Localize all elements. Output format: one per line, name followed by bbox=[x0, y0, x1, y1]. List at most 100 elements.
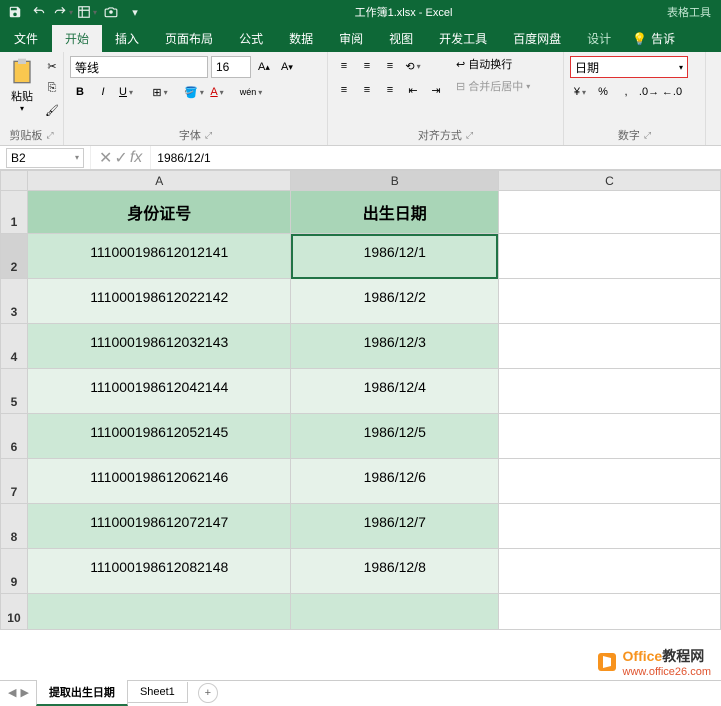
paste-button[interactable]: 粘贴 ▾ bbox=[6, 56, 38, 113]
cell[interactable] bbox=[27, 594, 291, 630]
italic-button[interactable]: I bbox=[93, 82, 113, 102]
row-header[interactable]: 6 bbox=[1, 414, 28, 459]
cell[interactable] bbox=[498, 504, 720, 549]
formula-input[interactable]: 1986/12/1 bbox=[151, 146, 721, 169]
cell[interactable] bbox=[498, 594, 720, 630]
fill-color-icon[interactable]: 🪣 bbox=[184, 82, 204, 102]
cell-dob[interactable]: 1986/12/2 bbox=[291, 279, 498, 324]
cell[interactable] bbox=[498, 459, 720, 504]
border-icon[interactable]: ⊞ bbox=[150, 82, 170, 102]
tab-data[interactable]: 数据 bbox=[276, 25, 326, 52]
decrease-font-icon[interactable]: A▾ bbox=[277, 57, 297, 77]
cell-id[interactable]: 111000198612062146 bbox=[27, 459, 291, 504]
cell[interactable] bbox=[498, 191, 720, 234]
row-header[interactable]: 2 bbox=[1, 234, 28, 279]
name-box[interactable]: B2▾ bbox=[6, 148, 84, 168]
cell-id[interactable]: 111000198612042144 bbox=[27, 369, 291, 414]
align-center-icon[interactable]: ≡ bbox=[357, 80, 377, 100]
align-middle-icon[interactable]: ≡ bbox=[357, 56, 377, 76]
qat-more-icon[interactable]: ▾ bbox=[124, 2, 146, 22]
font-size-input[interactable] bbox=[211, 56, 251, 78]
sheet-tab[interactable]: Sheet1 bbox=[127, 682, 188, 703]
row-header[interactable]: 9 bbox=[1, 549, 28, 594]
row-header[interactable]: 1 bbox=[1, 191, 28, 234]
add-sheet-button[interactable]: + bbox=[198, 683, 218, 703]
tab-view[interactable]: 视图 bbox=[376, 25, 426, 52]
cell-id[interactable]: 111000198612022142 bbox=[27, 279, 291, 324]
row-header[interactable]: 8 bbox=[1, 504, 28, 549]
col-header-a[interactable]: A bbox=[27, 171, 291, 191]
cell[interactable] bbox=[291, 594, 498, 630]
font-name-input[interactable] bbox=[70, 56, 208, 78]
accept-icon[interactable]: ✓ bbox=[114, 148, 127, 168]
underline-button[interactable]: U bbox=[116, 82, 136, 102]
sheet-tab-active[interactable]: 提取出生日期 bbox=[36, 680, 128, 706]
expand-icon[interactable]: ⤢ bbox=[46, 130, 53, 141]
row-header[interactable]: 4 bbox=[1, 324, 28, 369]
cell-dob[interactable]: 1986/12/7 bbox=[291, 504, 498, 549]
cell-id[interactable]: 111000198612012141 bbox=[27, 234, 291, 279]
cell-dob[interactable]: 1986/12/5 bbox=[291, 414, 498, 459]
cell-dob[interactable]: 1986/12/4 bbox=[291, 369, 498, 414]
row-header[interactable]: 10 bbox=[1, 594, 28, 630]
fx-icon[interactable]: fx bbox=[130, 149, 142, 167]
table-icon[interactable] bbox=[76, 2, 98, 22]
row-header[interactable]: 7 bbox=[1, 459, 28, 504]
col-header-b[interactable]: B bbox=[291, 171, 498, 191]
col-header-c[interactable]: C bbox=[498, 171, 720, 191]
tab-formulas[interactable]: 公式 bbox=[226, 25, 276, 52]
table-header-dob[interactable]: 出生日期 bbox=[291, 191, 498, 234]
save-icon[interactable] bbox=[4, 2, 26, 22]
tab-file[interactable]: 文件 bbox=[0, 25, 52, 52]
redo-icon[interactable] bbox=[52, 2, 74, 22]
currency-icon[interactable]: ¥ bbox=[570, 82, 590, 102]
align-right-icon[interactable]: ≡ bbox=[380, 80, 400, 100]
increase-decimal-icon[interactable]: .0→ bbox=[639, 82, 659, 102]
cell-id[interactable]: 111000198612052145 bbox=[27, 414, 291, 459]
number-format-dropdown[interactable]: 日期▾ bbox=[570, 56, 688, 78]
table-header-id[interactable]: 身份证号 bbox=[27, 191, 291, 234]
indent-increase-icon[interactable]: ⇥ bbox=[426, 80, 446, 100]
cell[interactable] bbox=[498, 324, 720, 369]
cell-id[interactable]: 111000198612032143 bbox=[27, 324, 291, 369]
tab-design[interactable]: 设计 bbox=[574, 25, 624, 52]
cell[interactable] bbox=[498, 414, 720, 459]
cell-id[interactable]: 111000198612082148 bbox=[27, 549, 291, 594]
indent-decrease-icon[interactable]: ⇤ bbox=[403, 80, 423, 100]
cell[interactable] bbox=[498, 369, 720, 414]
sheet-nav-next-icon[interactable]: ▶ bbox=[20, 686, 28, 699]
row-header[interactable]: 3 bbox=[1, 279, 28, 324]
align-bottom-icon[interactable]: ≡ bbox=[380, 56, 400, 76]
increase-font-icon[interactable]: A▴ bbox=[254, 57, 274, 77]
select-all-corner[interactable] bbox=[1, 171, 28, 191]
percent-icon[interactable]: % bbox=[593, 82, 613, 102]
expand-icon[interactable]: ⤢ bbox=[205, 130, 212, 141]
cell-dob[interactable]: 1986/12/6 bbox=[291, 459, 498, 504]
tab-page-layout[interactable]: 页面布局 bbox=[152, 25, 226, 52]
decrease-decimal-icon[interactable]: ←.0 bbox=[662, 82, 682, 102]
format-painter-icon[interactable]: 🖌 bbox=[42, 100, 62, 120]
cell[interactable] bbox=[498, 279, 720, 324]
comma-icon[interactable]: , bbox=[616, 82, 636, 102]
tab-dev[interactable]: 开发工具 bbox=[426, 25, 500, 52]
camera-icon[interactable] bbox=[100, 2, 122, 22]
cell-dob[interactable]: 1986/12/3 bbox=[291, 324, 498, 369]
tab-insert[interactable]: 插入 bbox=[102, 25, 152, 52]
cell-id[interactable]: 111000198612072147 bbox=[27, 504, 291, 549]
tab-review[interactable]: 审阅 bbox=[326, 25, 376, 52]
sheet-nav-prev-icon[interactable]: ◀ bbox=[8, 686, 16, 699]
tell-me[interactable]: 💡告诉 bbox=[624, 25, 683, 52]
cell[interactable] bbox=[498, 234, 720, 279]
cell[interactable] bbox=[498, 549, 720, 594]
tab-baidu[interactable]: 百度网盘 bbox=[500, 25, 574, 52]
copy-icon[interactable]: ⎘ bbox=[42, 78, 62, 98]
phonetic-icon[interactable]: wén bbox=[241, 82, 261, 102]
align-top-icon[interactable]: ≡ bbox=[334, 56, 354, 76]
align-left-icon[interactable]: ≡ bbox=[334, 80, 354, 100]
expand-icon[interactable]: ⤢ bbox=[466, 130, 473, 141]
undo-icon[interactable] bbox=[28, 2, 50, 22]
cell-dob-selected[interactable]: 1986/12/1 bbox=[291, 234, 498, 279]
expand-icon[interactable]: ⤢ bbox=[644, 130, 651, 141]
row-header[interactable]: 5 bbox=[1, 369, 28, 414]
merge-button[interactable]: ⊟合并后居中▾ bbox=[456, 78, 530, 94]
